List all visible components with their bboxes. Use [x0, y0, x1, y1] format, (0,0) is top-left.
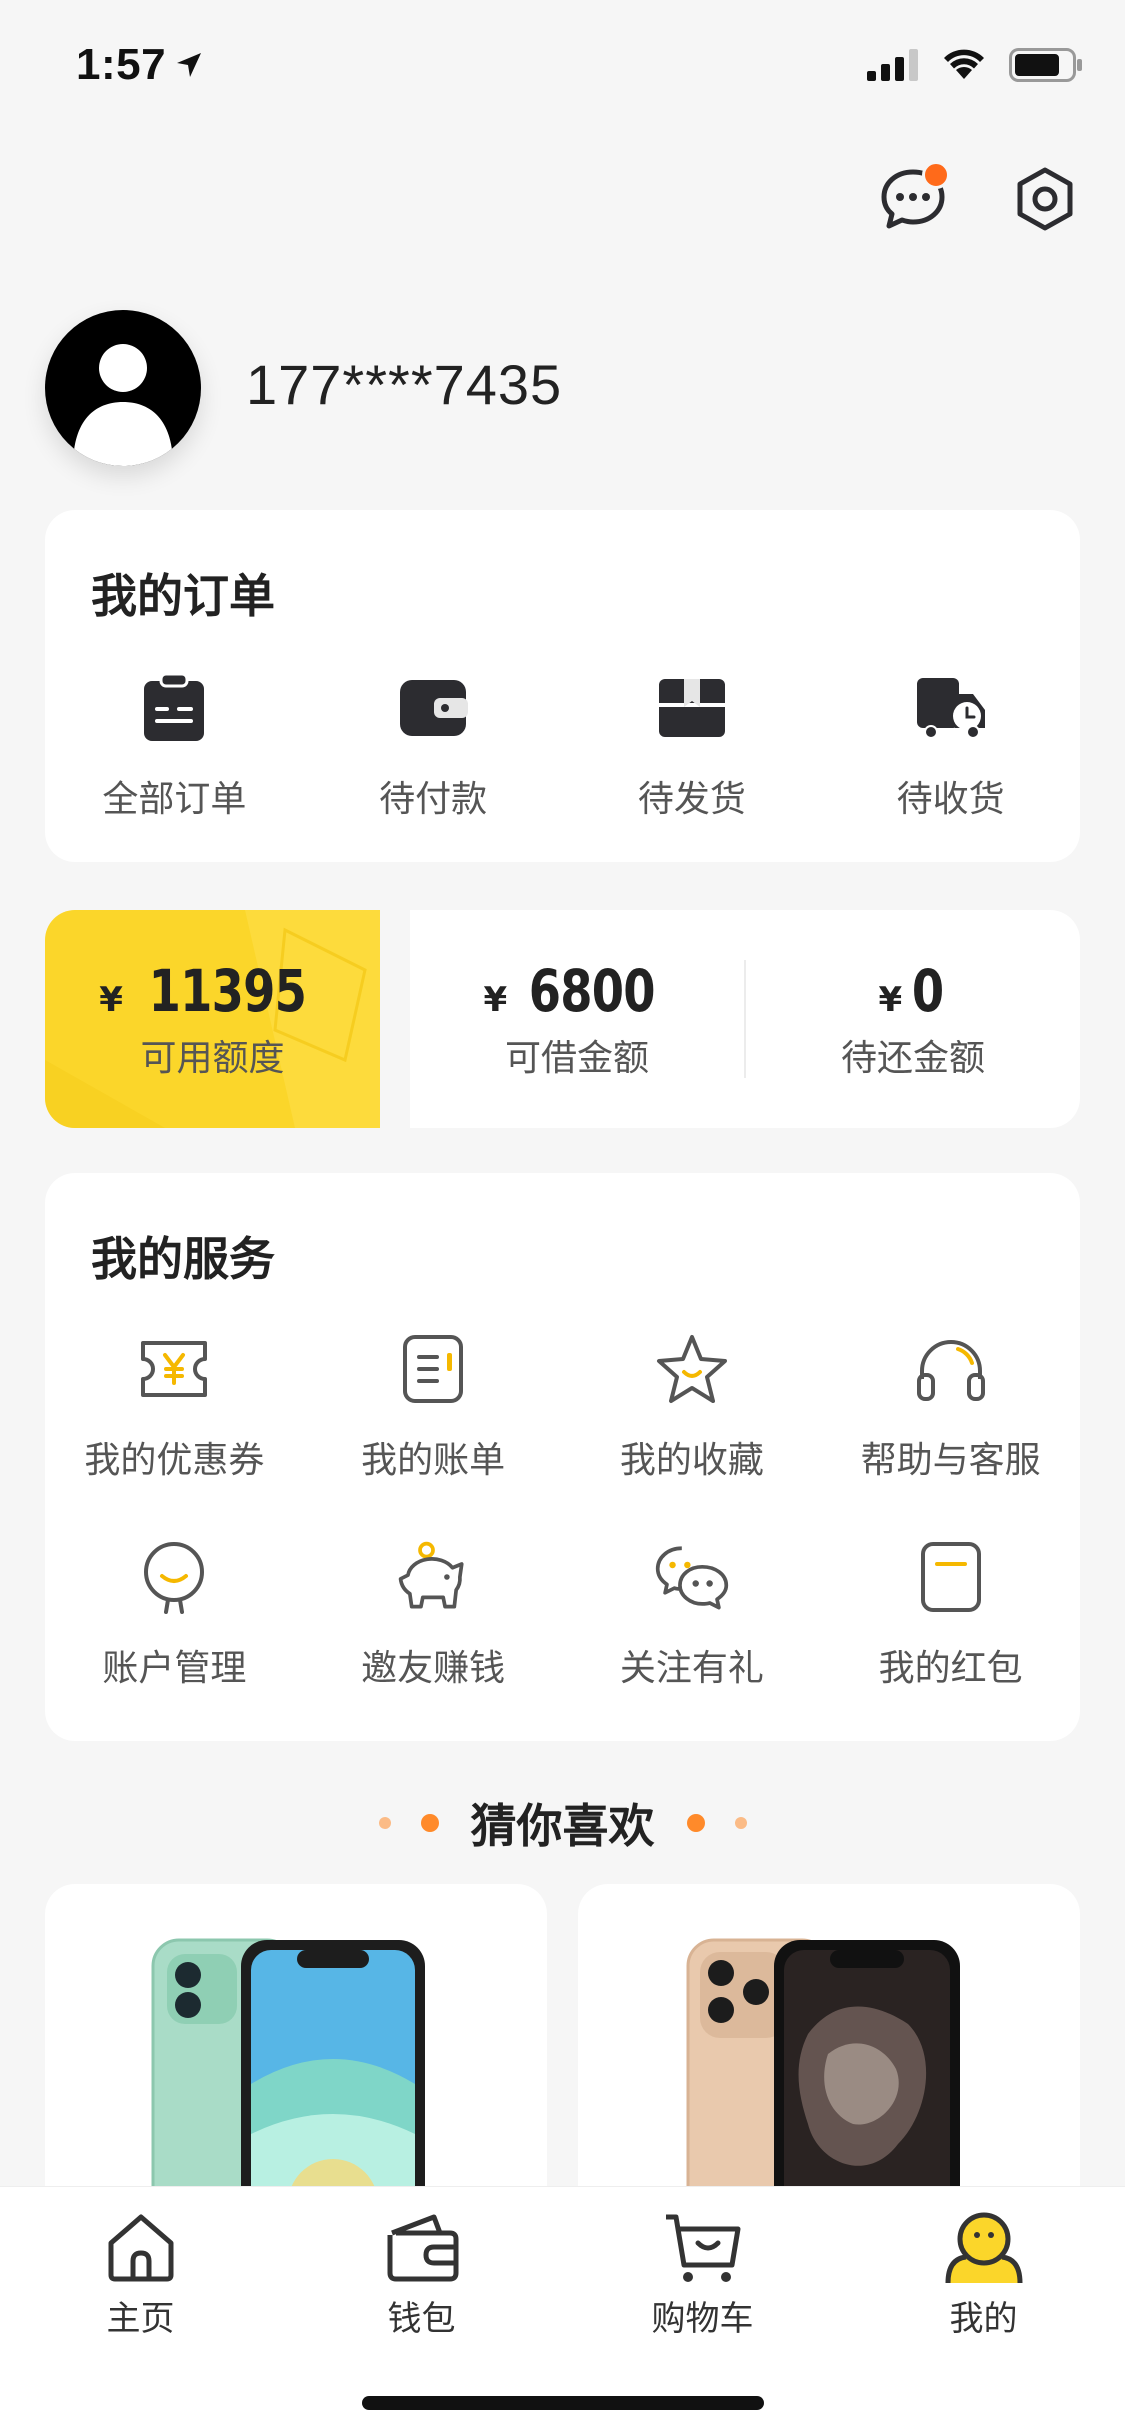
truck-icon: [916, 678, 985, 739]
tab-home[interactable]: 主页: [0, 2209, 281, 2340]
service-item-label: 邀友赚钱: [361, 1648, 506, 1689]
order-item-label: 全部订单: [102, 779, 247, 820]
signal-icon: [867, 49, 918, 81]
recommend-header: 猜你喜欢: [0, 1790, 1125, 1856]
service-item-label: 账户管理: [102, 1648, 247, 1689]
borrowable-amount-label: 可借金额: [504, 1038, 649, 1079]
currency-symbol: ¥: [483, 980, 508, 1020]
orders-card: 我的订单 全部订单 待付款 待发货 待收货: [45, 510, 1080, 862]
status-time: 1:57: [76, 40, 167, 89]
wallet-icon: [400, 680, 469, 736]
favorites-button[interactable]: 我的收藏: [563, 1331, 822, 1483]
settings-icon[interactable]: [1010, 164, 1080, 234]
orders-title: 我的订单: [91, 569, 275, 623]
help-service-button[interactable]: 帮助与客服: [821, 1331, 1080, 1483]
tab-wallet[interactable]: 钱包: [281, 2209, 562, 2340]
star-icon: [656, 1335, 727, 1403]
order-item-label: 待发货: [637, 779, 746, 820]
account-icon: [144, 1542, 205, 1614]
service-item-label: 我的优惠券: [84, 1440, 265, 1481]
recommend-title: 猜你喜欢: [470, 1799, 655, 1853]
profile-icon: [945, 2212, 1022, 2284]
piggy-bank-icon: [398, 1541, 464, 1609]
tab-label: 钱包: [387, 2299, 456, 2339]
battery-icon: [1009, 48, 1082, 82]
wallet-icon: [387, 2214, 458, 2282]
home-icon: [108, 2214, 173, 2282]
coupons-button[interactable]: 我的优惠券: [45, 1331, 304, 1483]
red-packet-icon: [920, 1542, 981, 1612]
services-title: 我的服务: [91, 1232, 275, 1286]
repay-amount-label: 待还金额: [840, 1038, 985, 1079]
invite-friends-button[interactable]: 邀友赚钱: [304, 1539, 563, 1691]
service-item-label: 我的账单: [361, 1440, 506, 1481]
bills-button[interactable]: 我的账单: [304, 1331, 563, 1483]
wifi-icon: [944, 49, 984, 79]
cart-icon: [665, 2214, 740, 2282]
phone-number[interactable]: 177****7435: [246, 352, 562, 417]
service-item-label: 帮助与客服: [860, 1440, 1041, 1481]
available-credit-label: 可用额度: [140, 1038, 285, 1079]
avatar[interactable]: [45, 310, 201, 466]
tab-label: 购物车: [651, 2299, 754, 2339]
location-arrow-icon: [177, 53, 201, 77]
tab-label: 我的: [949, 2299, 1018, 2339]
pending-receipt-button[interactable]: 待收货: [821, 670, 1080, 822]
available-credit-card[interactable]: ¥ 11395 可用额度: [45, 910, 380, 1128]
tab-cart[interactable]: 购物车: [562, 2209, 843, 2340]
order-item-label: 待付款: [379, 779, 488, 820]
all-orders-button[interactable]: 全部订单: [45, 670, 304, 822]
box-icon: [658, 679, 725, 737]
headset-icon: [916, 1340, 985, 1401]
service-item-label: 关注有礼: [619, 1648, 764, 1689]
pending-shipment-button[interactable]: 待发货: [563, 670, 822, 822]
account-management-button[interactable]: 账户管理: [45, 1539, 304, 1691]
red-packet-button[interactable]: 我的红包: [821, 1539, 1080, 1691]
repay-amount-value: 0: [912, 957, 944, 1025]
decor-dot: [734, 1817, 747, 1829]
wechat-icon: [655, 1546, 729, 1610]
bill-icon: [403, 1335, 464, 1403]
decor-dot: [686, 1814, 705, 1832]
currency-symbol: ¥: [878, 980, 903, 1020]
borrowable-amount-value: 6800: [528, 957, 656, 1025]
repay-amount[interactable]: ¥ 0 待还金额: [746, 910, 1080, 1128]
message-badge: [922, 161, 950, 189]
clipboard-icon: [144, 673, 205, 741]
status-bar: 1:57: [0, 0, 1125, 135]
tab-profile[interactable]: 我的: [843, 2209, 1124, 2340]
services-card: 我的服务 我的优惠券 我的账单 我的收藏 帮助与客服 账户管理 邀友赚钱 关注有…: [45, 1173, 1080, 1741]
currency-symbol: ¥: [99, 980, 123, 1020]
follow-gift-button[interactable]: 关注有礼: [563, 1539, 822, 1691]
service-item-label: 我的红包: [878, 1648, 1023, 1689]
pending-payment-button[interactable]: 待付款: [304, 670, 563, 822]
home-indicator: [362, 2396, 764, 2410]
order-item-label: 待收货: [896, 779, 1005, 820]
available-credit-value: 11395: [148, 957, 307, 1025]
avatar-icon: [73, 344, 173, 466]
coupon-icon: [141, 1341, 208, 1397]
decor-dot: [378, 1817, 391, 1829]
tab-label: 主页: [106, 2299, 175, 2339]
loan-summary-card: ¥ 6800 可借金额 ¥ 0 待还金额: [410, 910, 1080, 1128]
borrowable-amount[interactable]: ¥ 6800 可借金额: [410, 910, 744, 1128]
service-item-label: 我的收藏: [619, 1440, 764, 1481]
decor-dot: [420, 1814, 439, 1832]
